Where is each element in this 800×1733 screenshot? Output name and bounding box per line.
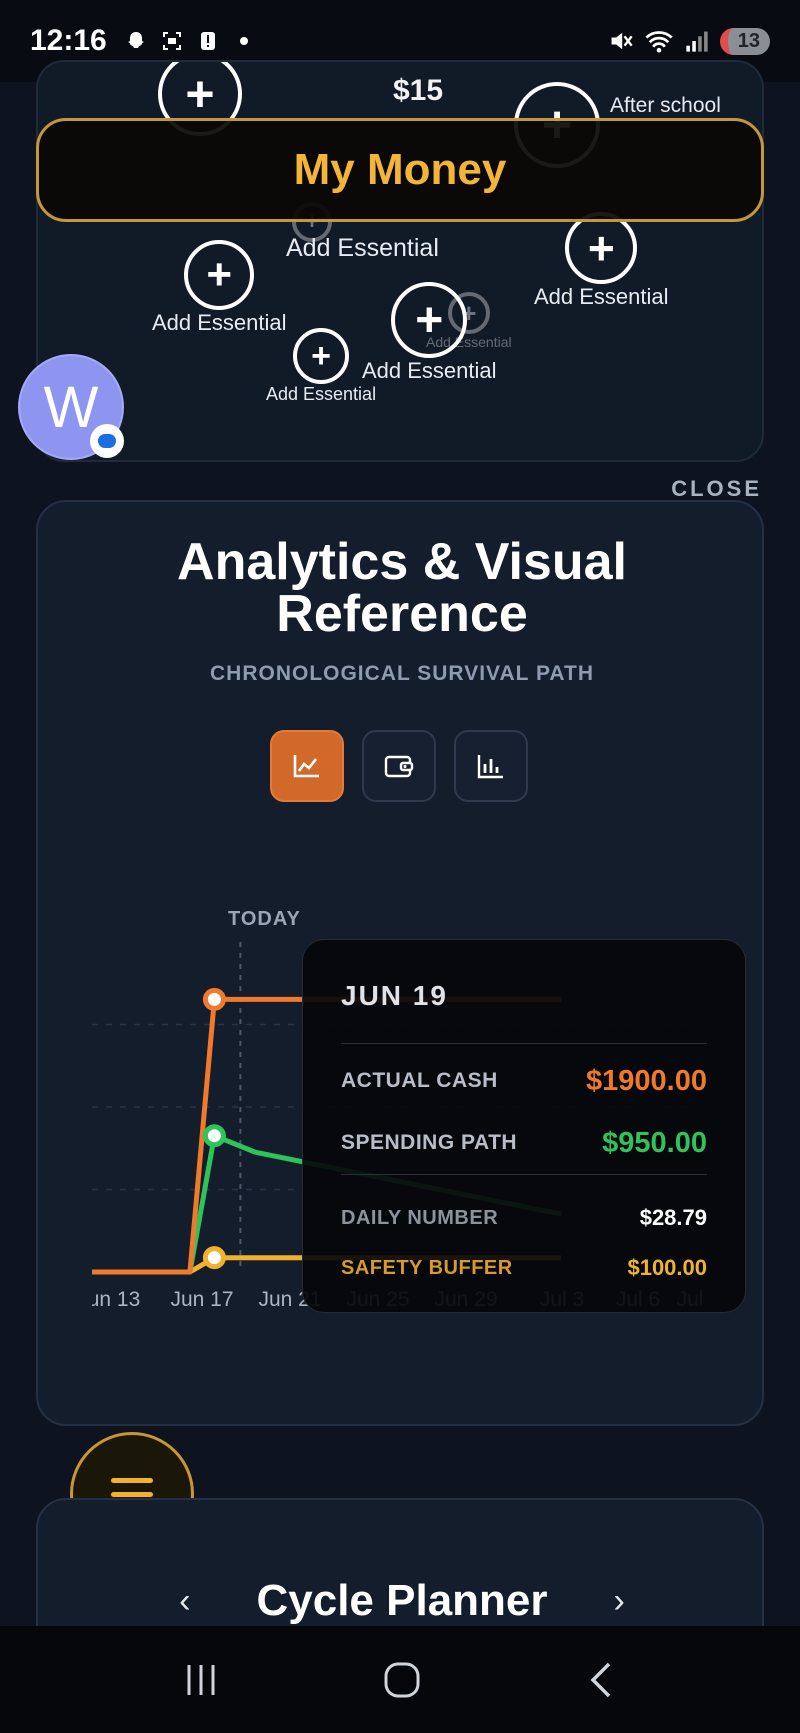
back-icon[interactable]	[583, 1660, 619, 1700]
signal-icon	[686, 31, 708, 52]
today-marker-label: TODAY	[228, 908, 301, 930]
analytics-view-tabs	[270, 730, 528, 802]
add-essential-label: Add Essential	[266, 384, 377, 404]
plus-circle-icon: +	[565, 212, 638, 284]
analytics-title-line1: Analytics & Visual	[177, 533, 627, 591]
chart-tooltip: JUN 19 ACTUAL CASH $1900.00 SPENDING PAT…	[302, 939, 746, 1313]
tooltip-row-daily-number: DAILY NUMBER $28.79	[341, 1198, 707, 1238]
system-nav-bar	[0, 1626, 800, 1733]
tab-line-chart[interactable]	[270, 730, 344, 802]
highlight-point-safety-buffer	[202, 1246, 226, 1270]
add-essential-label: Add Essential	[362, 358, 497, 383]
mute-icon	[611, 32, 633, 50]
x-tick-label: un 13	[92, 1288, 140, 1311]
highlight-point-spending-path	[202, 1124, 226, 1148]
tooltip-label: SPENDING PATH	[341, 1131, 518, 1154]
tooltip-label: ACTUAL CASH	[341, 1069, 498, 1092]
add-essential-bubble[interactable]: + Add Essential	[266, 328, 376, 405]
plus-circle-icon: +	[293, 328, 350, 384]
highlight-point-actual-cash	[202, 987, 226, 1011]
snapchat-icon	[127, 32, 144, 48]
recent-apps-icon[interactable]	[181, 1662, 221, 1698]
chevron-left-icon[interactable]: ‹	[179, 1582, 190, 1621]
analytics-title: Analytics & Visual Reference	[38, 536, 766, 640]
analytics-card: Analytics & Visual Reference CHRONOLOGIC…	[36, 500, 764, 1426]
tooltip-row-safety-buffer: SAFETY BUFFER $100.00	[341, 1248, 707, 1288]
tooltip-value: $28.79	[639, 1205, 707, 1230]
line-chart-icon	[293, 755, 319, 778]
tooltip-divider	[341, 1174, 707, 1175]
wallet-icon	[384, 755, 414, 778]
tooltip-label: SAFETY BUFFER	[341, 1256, 513, 1279]
tooltip-value: $950.00	[602, 1126, 707, 1159]
tooltip-divider	[341, 1043, 707, 1044]
home-icon[interactable]	[382, 1660, 422, 1700]
alert-icon	[200, 32, 215, 50]
tab-bar-chart[interactable]	[454, 730, 528, 802]
tab-wallet[interactable]	[362, 730, 436, 802]
add-essential-label: Add Essential	[426, 334, 512, 350]
wifi-icon	[645, 31, 673, 53]
add-essential-label: Add Essential	[286, 234, 439, 262]
add-essential-label: Add Essential	[534, 284, 669, 309]
plus-circle-icon: +	[184, 240, 255, 310]
cycle-planner-title: Cycle Planner	[256, 1576, 548, 1625]
x-tick-label: Jun 17	[170, 1288, 233, 1311]
close-button[interactable]: CLOSE	[671, 476, 762, 502]
chat-bubble-icon	[90, 424, 124, 458]
tooltip-value: $1900.00	[586, 1064, 707, 1097]
add-essential-bubble[interactable]: + Add Essential	[426, 292, 512, 350]
plus-circle-icon: +	[447, 292, 490, 334]
analytics-title-line2: Reference	[276, 585, 528, 643]
essential-price: $15	[393, 74, 444, 107]
tooltip-date: JUN 19	[341, 980, 448, 1011]
analytics-subtitle: CHRONOLOGICAL SURVIVAL PATH	[209, 662, 595, 685]
cycle-planner-header: ‹ Cycle Planner ›	[38, 1576, 766, 1626]
status-system-icons: 13	[608, 27, 770, 55]
add-essential-bubble[interactable]: + Add Essential	[534, 212, 669, 310]
tooltip-row-actual-cash: ACTUAL CASH $1900.00	[341, 1056, 707, 1106]
tooltip-value: $100.00	[627, 1255, 707, 1280]
tooltip-row-spending-path: SPENDING PATH $950.00	[341, 1118, 707, 1168]
bar-chart-icon	[477, 755, 503, 779]
tooltip-label: DAILY NUMBER	[341, 1206, 499, 1229]
my-money-header[interactable]: My Money	[36, 118, 764, 222]
screenshot-icon	[162, 32, 181, 50]
status-time: 12:16	[30, 24, 107, 57]
add-essential-bubble[interactable]: + Add Essential	[152, 240, 287, 336]
chevron-right-icon[interactable]: ›	[614, 1582, 625, 1621]
dot-icon	[239, 37, 248, 45]
battery-indicator: 13	[719, 27, 770, 55]
essential-label-after-school: After school	[610, 94, 721, 117]
status-notification-icons	[125, 30, 255, 52]
